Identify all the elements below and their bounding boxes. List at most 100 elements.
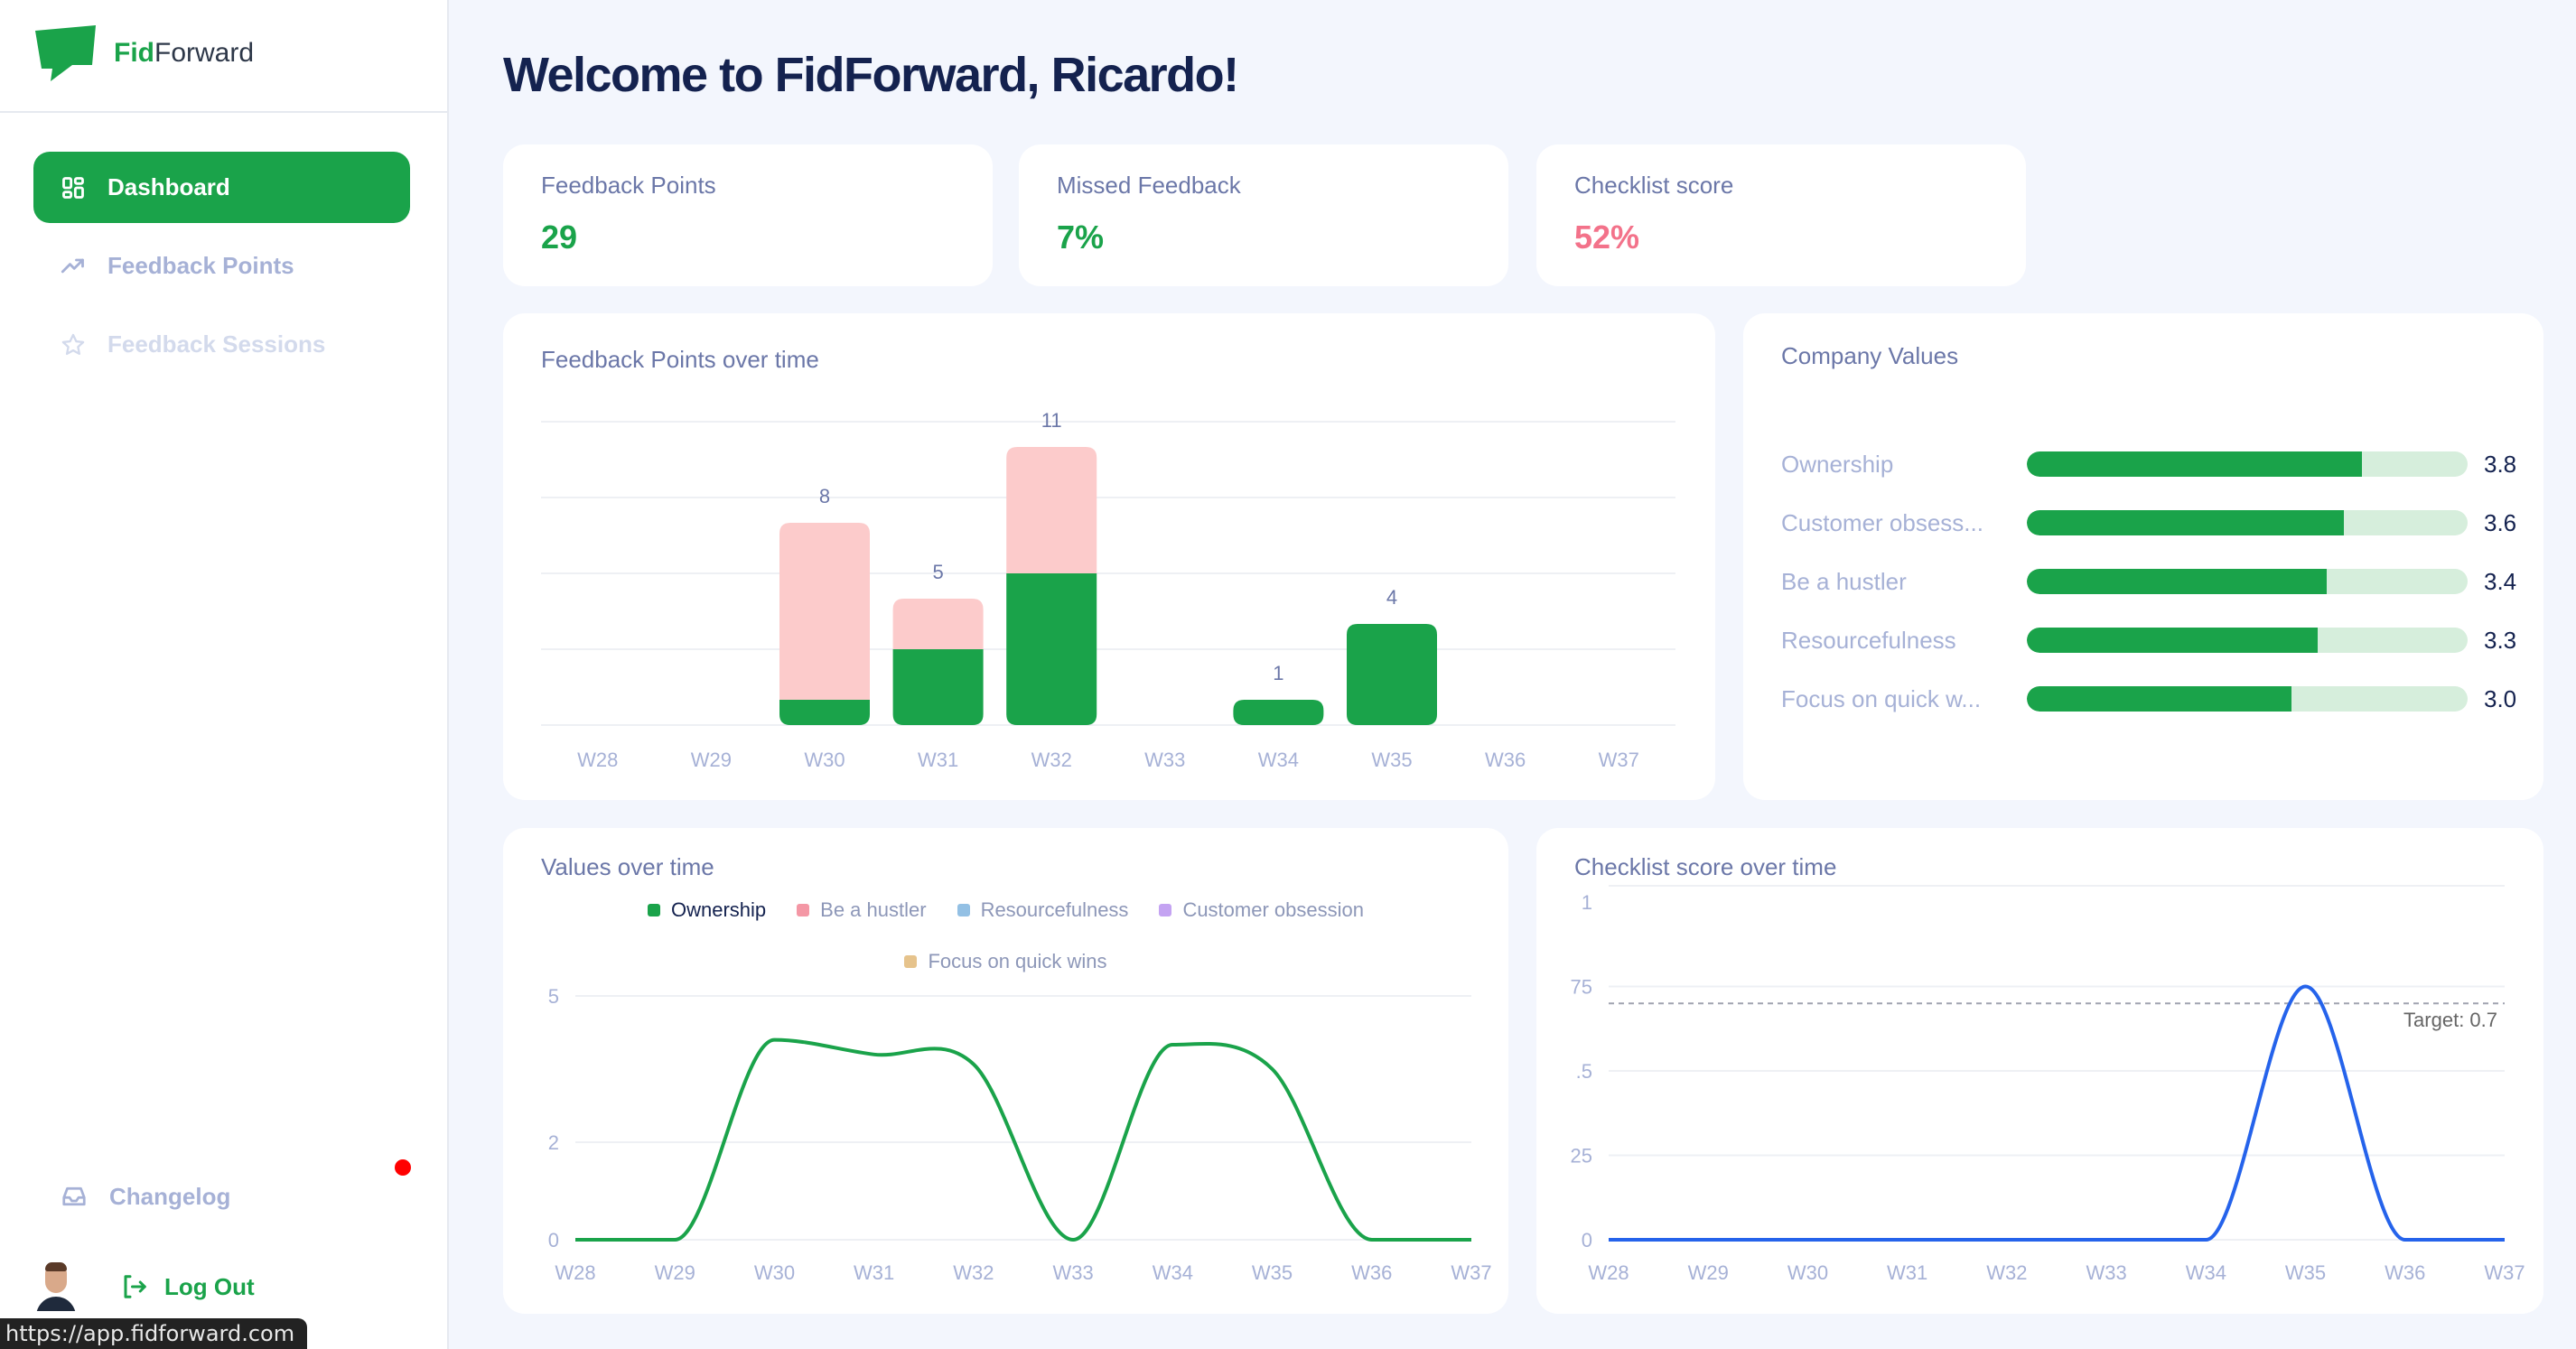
- sidebar-item-label: Feedback Points: [107, 252, 294, 279]
- company-value-row: Ownership 3.8: [1781, 450, 2517, 478]
- company-value-bar-fill: [2027, 569, 2327, 594]
- x-tick-label: W31: [918, 749, 958, 771]
- bar-segment-given: [1347, 624, 1437, 725]
- sidebar-item-feedback-points[interactable]: Feedback Points: [33, 230, 410, 302]
- bar-segment-given: [892, 649, 984, 725]
- logout-icon: [121, 1273, 148, 1300]
- x-tick-label: W31: [854, 1261, 894, 1284]
- logout-button[interactable]: Log Out: [121, 1273, 255, 1301]
- brand-name: FidForward: [114, 38, 255, 68]
- company-value-bar-fill: [2027, 510, 2345, 535]
- company-value-bar: [2027, 569, 2468, 594]
- sidebar-nav: Dashboard Feedback Points Feedback Sessi…: [33, 152, 410, 387]
- user-row: Log Out: [36, 1262, 255, 1311]
- sidebar-item-dashboard[interactable]: Dashboard: [33, 152, 410, 223]
- x-tick-label: W28: [1588, 1261, 1629, 1284]
- company-value-bar-fill: [2027, 451, 2362, 477]
- company-value-score: 3.0: [2484, 684, 2517, 712]
- x-tick-label: W37: [1599, 749, 1639, 771]
- company-value-score: 3.6: [2484, 508, 2517, 536]
- y-tick-label: 25: [1571, 1145, 1592, 1168]
- company-value-bar-fill: [2027, 686, 2291, 712]
- bar-total-label: 4: [1386, 586, 1397, 609]
- stat-label: Feedback Points: [541, 172, 716, 199]
- avatar[interactable]: [36, 1262, 76, 1311]
- y-tick-label: 2: [548, 1131, 559, 1154]
- bar-segment-missed: [892, 599, 984, 649]
- series-line-ownership: [575, 1037, 1471, 1242]
- y-tick-label: 75: [1571, 976, 1592, 999]
- logout-label: Log Out: [164, 1272, 255, 1300]
- trending-up-icon: [61, 254, 86, 279]
- x-tick-label: W35: [1371, 749, 1412, 771]
- x-tick-label: W34: [1153, 1261, 1193, 1284]
- y-tick-label: 0: [548, 1229, 559, 1251]
- bar-total-label: 11: [1041, 409, 1062, 432]
- company-values-title: Company Values: [1781, 342, 1959, 369]
- sidebar-item-label: Dashboard: [107, 173, 230, 200]
- grid-icon: [61, 175, 86, 200]
- x-tick-label: W32: [953, 1261, 994, 1284]
- company-value-row: Customer obsess... 3.6: [1781, 508, 2517, 536]
- stat-value: 7%: [1057, 219, 1105, 256]
- x-tick-label: W34: [2186, 1261, 2226, 1284]
- values-over-time-card: Values over time Ownership Be a hustler Re…: [503, 828, 1508, 1314]
- changelog-label: Changelog: [109, 1182, 231, 1210]
- x-tick-label: W29: [691, 749, 732, 771]
- series-line-checklist-score: [1609, 984, 2505, 1242]
- company-value-label: Be a hustler: [1781, 567, 1907, 595]
- company-value-row: Be a hustler 3.4: [1781, 567, 2516, 595]
- values-line-chart: 0 2 5 W28 W29 W30 W31 W32 W33 W34 W35 W36 W37: [548, 985, 1492, 1284]
- x-tick-label: W31: [1887, 1261, 1927, 1284]
- x-tick-label: W29: [1688, 1261, 1729, 1284]
- y-tick-label: 1: [1582, 891, 1592, 914]
- company-value-score: 3.8: [2484, 450, 2517, 478]
- inbox-icon: [61, 1183, 88, 1210]
- bar-total-label: 8: [819, 485, 830, 507]
- x-tick-label: W30: [1787, 1261, 1828, 1284]
- company-value-bar-fill: [2027, 628, 2319, 653]
- bar-segment-missed: [779, 523, 870, 700]
- y-tick-label: 0: [1582, 1229, 1592, 1251]
- stat-value: 52%: [1574, 219, 1640, 256]
- feedback-points-bar-chart: W28 W29 8 W30 5 W31 11 W32 W33 1 W34 4 W35 W36 W37: [541, 409, 1675, 771]
- x-tick-label: W33: [1052, 1261, 1093, 1284]
- x-tick-label: W33: [2086, 1261, 2126, 1284]
- stat-card-checklist-score: Checklist score 52%: [1536, 144, 2026, 286]
- company-value-bar: [2027, 628, 2468, 653]
- y-tick-label: .5: [1576, 1060, 1592, 1083]
- company-value-label: Ownership: [1781, 450, 1894, 478]
- company-value-label: Focus on quick w...: [1781, 684, 1982, 712]
- x-tick-label: W36: [2385, 1261, 2425, 1284]
- company-value-score: 3.3: [2484, 626, 2517, 654]
- x-tick-label: W35: [2285, 1261, 2326, 1284]
- stat-card-feedback-points: Feedback Points 29: [503, 144, 993, 286]
- page-title: Welcome to FidForward, Ricardo!: [503, 48, 1239, 102]
- company-value-row: Resourcefulness 3.3: [1781, 626, 2517, 654]
- stat-value: 29: [541, 219, 578, 256]
- bar-segment-given: [1233, 700, 1324, 725]
- stat-label: Checklist score: [1574, 172, 1734, 199]
- bar-segment-given: [779, 700, 870, 725]
- sidebar-divider: [0, 111, 447, 113]
- bar-total-label: 5: [932, 561, 943, 583]
- changelog-link[interactable]: Changelog: [33, 1160, 230, 1233]
- x-tick-label: W33: [1144, 749, 1185, 771]
- changelog-notification-dot: [395, 1159, 411, 1176]
- feedback-points-chart-card: Feedback Points over time W28 W29 8 W30 5 W31…: [503, 313, 1715, 800]
- company-value-bar: [2027, 510, 2468, 535]
- bar-total-label: 1: [1273, 662, 1283, 684]
- x-tick-label: W37: [1451, 1261, 1491, 1284]
- sidebar-item-feedback-sessions[interactable]: Feedback Sessions: [33, 309, 410, 380]
- logo-speech-bubble-icon: [35, 25, 96, 81]
- stat-label: Missed Feedback: [1057, 172, 1241, 199]
- bar-segment-given: [1006, 573, 1097, 725]
- x-tick-label: W35: [1252, 1261, 1293, 1284]
- company-value-label: Resourcefulness: [1781, 626, 1956, 654]
- x-tick-label: W29: [655, 1261, 695, 1284]
- target-label: Target: 0.7: [2403, 1009, 2497, 1031]
- x-tick-label: W32: [1986, 1261, 2027, 1284]
- star-icon: [61, 332, 86, 358]
- company-value-row: Focus on quick w... 3.0: [1781, 684, 2517, 712]
- brand[interactable]: FidForward: [34, 23, 254, 83]
